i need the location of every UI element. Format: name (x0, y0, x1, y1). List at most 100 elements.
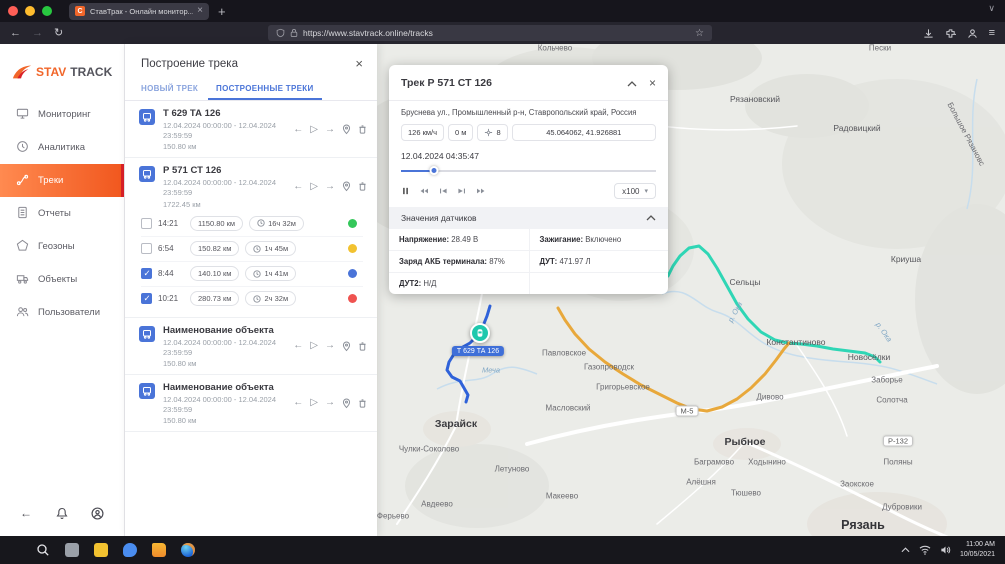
locate-track-icon[interactable] (342, 181, 351, 192)
vehicle-marker-label[interactable]: Т 629 ТА 126 (452, 346, 504, 356)
sensors-section-header[interactable]: Значения датчиков (389, 207, 668, 229)
extensions-icon[interactable] (945, 28, 956, 39)
task-view-icon[interactable] (65, 543, 79, 557)
files-icon[interactable] (94, 543, 108, 557)
browser-icon[interactable] (181, 543, 195, 557)
close-detail-icon[interactable]: × (649, 77, 656, 89)
segment-duration: 2ч 32м (245, 291, 296, 306)
pause-icon[interactable] (401, 186, 410, 196)
chat-icon[interactable] (123, 543, 137, 557)
segment-checkbox[interactable] (141, 268, 152, 279)
collapse-panel-icon[interactable] (627, 74, 637, 92)
app-sidebar: STAVTRACK Мониторинг Аналитика Треки Отч… (0, 44, 125, 536)
track-segment-row[interactable]: 8:44 140.10 км 1ч 41м (141, 261, 363, 286)
step-back-icon[interactable] (438, 186, 448, 196)
map-label: Григорьевское (596, 383, 650, 392)
track-segment-row[interactable]: 6:54 150.82 км 1ч 45м (141, 236, 363, 261)
track-segment-row[interactable]: 14:21 1150.80 км 16ч 32м (141, 211, 363, 236)
arrow-right-icon[interactable]: → (325, 341, 335, 351)
slider-handle[interactable] (430, 166, 439, 175)
shield-icon[interactable] (276, 28, 285, 38)
track-distance: 150.80 км (163, 359, 293, 368)
map-label: Зарайск (435, 418, 477, 430)
arrow-left-icon[interactable]: ← (293, 341, 303, 351)
network-icon[interactable] (919, 545, 931, 555)
tray-chevron-icon[interactable] (901, 547, 910, 553)
lock-icon[interactable] (290, 28, 298, 38)
star-icon[interactable]: ☆ (695, 28, 704, 39)
tab-new-track[interactable]: НОВЫЙ ТРЕК (133, 78, 206, 100)
reload-icon[interactable]: ↻ (54, 28, 63, 39)
delete-track-icon[interactable] (358, 181, 367, 192)
tabbar-overflow-icon[interactable]: ∨ (988, 3, 995, 14)
locate-track-icon[interactable] (342, 398, 351, 409)
segment-distance: 150.82 км (190, 241, 239, 256)
maximize-window-button[interactable] (42, 6, 52, 16)
collapse-sidebar-icon[interactable]: ← (20, 506, 32, 520)
playback-slider[interactable] (401, 166, 656, 176)
delete-track-icon[interactable] (358, 341, 367, 352)
play-track-icon[interactable]: ▷ (310, 125, 318, 135)
tab-close-icon[interactable]: × (197, 6, 203, 16)
sidebar-item-reports[interactable]: Отчеты (0, 197, 124, 230)
play-track-icon[interactable]: ▷ (310, 341, 318, 351)
segment-checkbox[interactable] (141, 243, 152, 254)
volume-icon[interactable] (940, 545, 951, 555)
account-icon[interactable] (967, 28, 978, 39)
chevron-up-icon[interactable] (646, 213, 656, 223)
address-bar[interactable]: https://www.stavtrack.online/tracks ☆ (268, 25, 712, 41)
play-track-icon[interactable]: ▷ (310, 182, 318, 192)
arrow-left-icon[interactable]: ← (293, 125, 303, 135)
track-list-item[interactable]: Наименование объекта 12.04.2024 00:00:00… (125, 318, 377, 375)
back-icon[interactable]: ← (10, 28, 21, 39)
track-list-item[interactable]: Наименование объекта 12.04.2024 00:00:00… (125, 375, 377, 432)
segment-checkbox[interactable] (141, 293, 152, 304)
delete-track-icon[interactable] (358, 124, 367, 135)
play-track-icon[interactable]: ▷ (310, 398, 318, 408)
forward-icon[interactable]: → (32, 28, 43, 39)
arrow-right-icon[interactable]: → (325, 182, 335, 192)
fast-forward-icon[interactable] (476, 186, 486, 196)
minimize-window-button[interactable] (25, 6, 35, 16)
arrow-left-icon[interactable]: ← (293, 182, 303, 192)
tracks-icon (16, 173, 29, 189)
track-list-item[interactable]: Т 629 ТА 126 12.04.2024 00:00:00 - 12.04… (125, 101, 377, 158)
locate-track-icon[interactable] (342, 341, 351, 352)
sidebar-item-tracks[interactable]: Треки (0, 164, 124, 197)
profile-icon[interactable] (91, 507, 104, 520)
playback-speed-select[interactable]: x100▾ (614, 183, 656, 199)
segment-checkbox[interactable] (141, 218, 152, 229)
vehicle-marker[interactable] (470, 323, 490, 343)
sidebar-item-analytics[interactable]: Аналитика (0, 131, 124, 164)
browser-tab[interactable]: С СтавТрак - Онлайн монитор... × (69, 3, 209, 20)
new-tab-button[interactable]: + (218, 5, 226, 18)
download-icon[interactable] (923, 28, 934, 39)
taskbar: 11:00 AM 10/05/2021 (0, 536, 1005, 564)
locate-track-icon[interactable] (342, 124, 351, 135)
rewind-icon[interactable] (419, 186, 429, 196)
arrow-right-icon[interactable]: → (325, 398, 335, 408)
url-text[interactable]: https://www.stavtrack.online/tracks (303, 28, 690, 38)
track-segment-row[interactable]: 10:21 280.73 км 2ч 32м (141, 286, 363, 311)
system-tray: 11:00 AM 10/05/2021 (901, 540, 995, 560)
close-panel-icon[interactable]: × (355, 57, 363, 70)
arrow-left-icon[interactable]: ← (293, 398, 303, 408)
track-actions: ← ▷ → (293, 398, 367, 409)
taskbar-clock[interactable]: 11:00 AM 10/05/2021 (960, 540, 995, 560)
sidebar-item-geozones[interactable]: Геозоны (0, 230, 124, 263)
sidebar-item-objects[interactable]: Объекты (0, 263, 124, 296)
track-list-item[interactable]: Р 571 СТ 126 12.04.2024 00:00:00 - 12.04… (125, 158, 377, 317)
step-forward-icon[interactable] (457, 186, 467, 196)
delete-track-icon[interactable] (358, 398, 367, 409)
menu-icon[interactable]: ≡ (989, 28, 995, 39)
folder-icon[interactable] (152, 543, 166, 557)
close-window-button[interactable] (8, 6, 18, 16)
arrow-right-icon[interactable]: → (325, 125, 335, 135)
tab-built-tracks[interactable]: ПОСТРОЕННЫЕ ТРЕКИ (208, 78, 321, 100)
slider-track[interactable] (401, 170, 656, 172)
search-icon[interactable] (36, 543, 50, 557)
bell-icon[interactable] (56, 507, 68, 519)
sidebar-item-monitoring[interactable]: Мониторинг (0, 98, 124, 131)
sidebar-item-users[interactable]: Пользователи (0, 296, 124, 329)
sidebar-item-label: Пользователи (38, 307, 100, 318)
